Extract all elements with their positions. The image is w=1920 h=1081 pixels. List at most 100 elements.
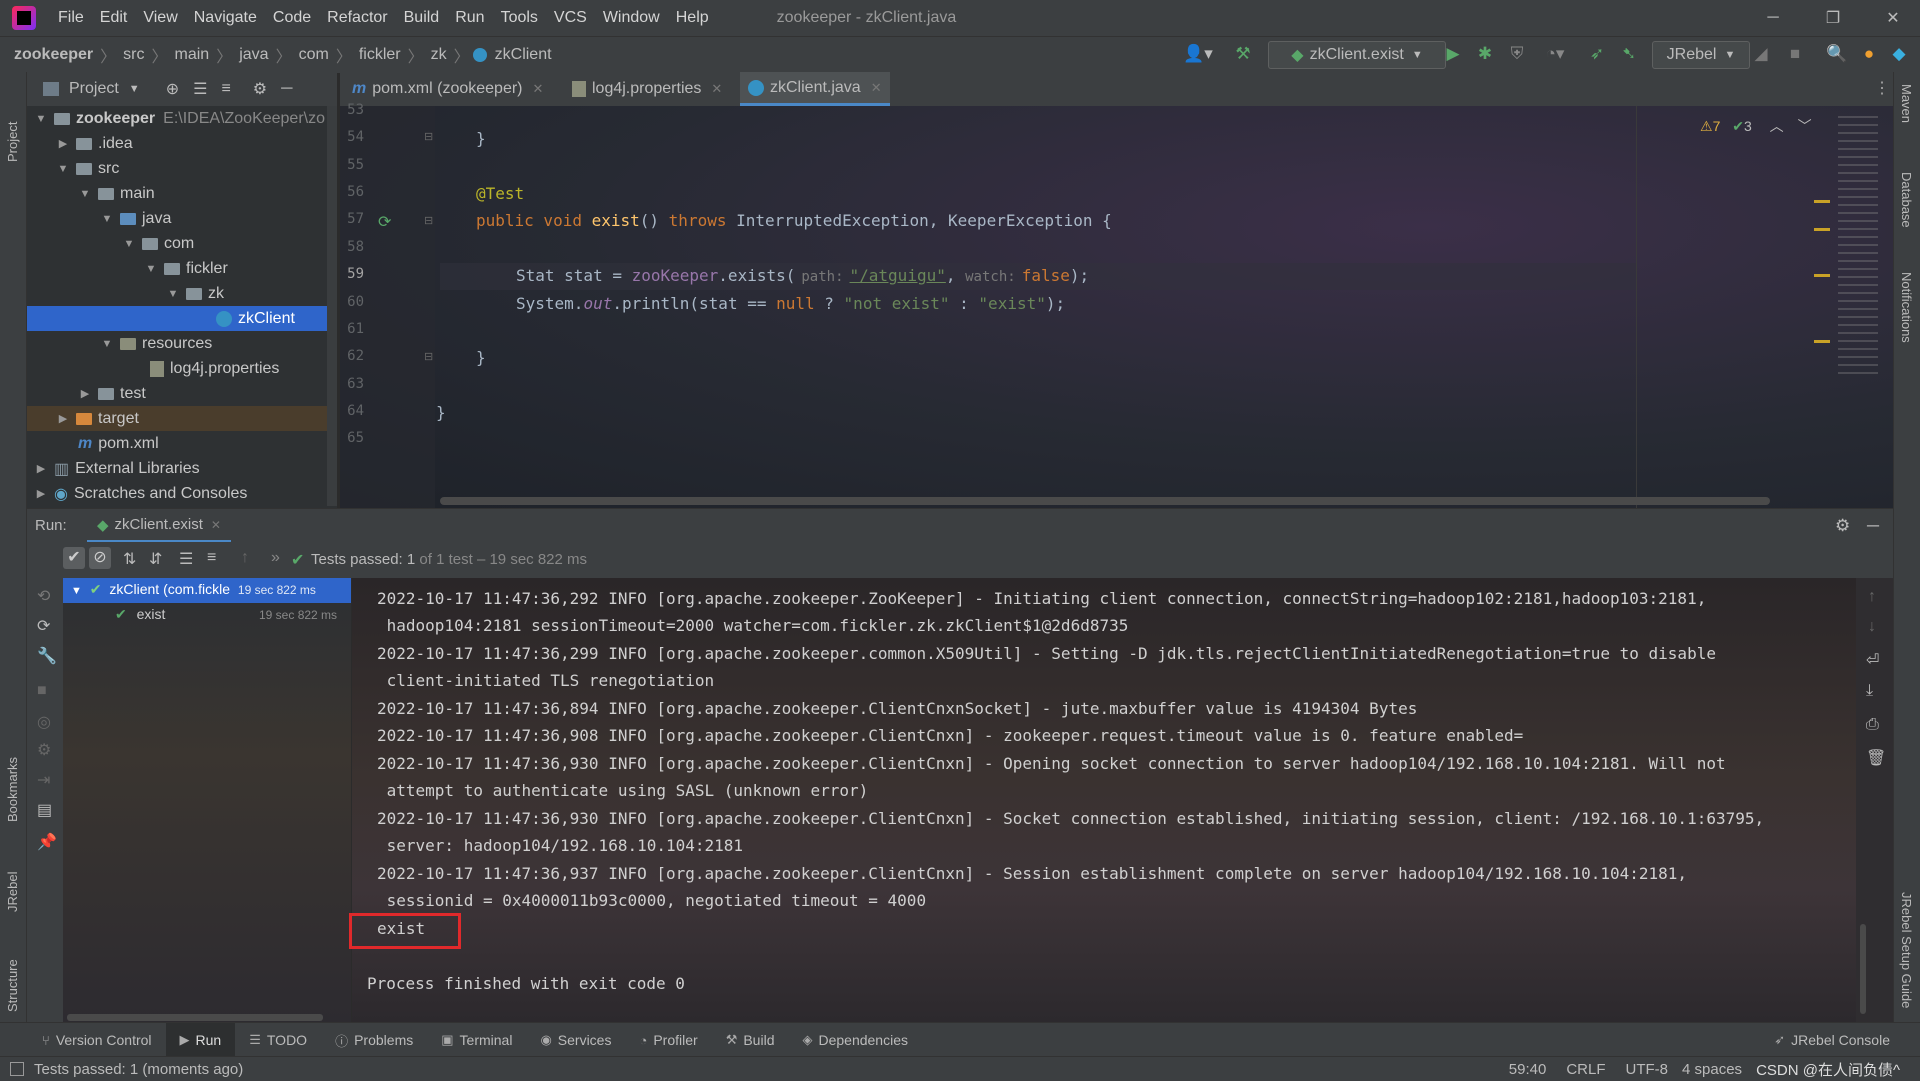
sort-duration-icon[interactable]: ⇵ (149, 549, 162, 569)
layout-icon[interactable]: ▤ (37, 800, 52, 820)
console-scrollbar[interactable] (1860, 924, 1866, 1014)
more-tabs-icon[interactable]: ⋮ (1874, 78, 1890, 98)
project-scrollbar[interactable] (327, 106, 337, 506)
run-test-gutter-icon[interactable]: ⟳ (378, 212, 391, 232)
caret-position[interactable]: 59:40 (1509, 1061, 1547, 1078)
warning-stripe-mark[interactable] (1814, 274, 1830, 277)
warning-stripe-mark[interactable] (1814, 200, 1830, 203)
run-icon[interactable]: ▶ (1440, 41, 1466, 67)
fold-icon[interactable]: ⊟ (424, 214, 433, 227)
previous-failed-icon[interactable]: ↑ (241, 549, 249, 567)
tool-tab-run[interactable]: ▶ Run (165, 1023, 236, 1057)
notifications-tool-tab[interactable]: Notifications (1899, 272, 1914, 343)
toolbox-icon[interactable]: ◆ (1886, 41, 1912, 67)
line-separator[interactable]: CRLF (1566, 1061, 1605, 1078)
wrench-icon[interactable]: 🔧 (37, 646, 57, 666)
show-ignored-toggle[interactable]: ⊘ (89, 547, 111, 569)
trash-icon[interactable]: 🗑 (1866, 748, 1886, 768)
settings-icon[interactable]: ⚙ (37, 740, 51, 760)
tree-item-pom[interactable]: m pom.xml (78, 431, 159, 456)
tree-item-test[interactable]: ▶ test (78, 381, 146, 406)
menu-run[interactable]: Run (447, 9, 492, 27)
warning-stripe-mark[interactable] (1814, 340, 1830, 343)
test-suite-row[interactable]: ▼ ✔ zkClient (com.fickle 19 sec 822 ms (71, 581, 316, 598)
tool-tab-todo[interactable]: ☰ TODO (235, 1023, 321, 1057)
fold-icon[interactable]: ⊟ (424, 130, 433, 143)
jrebel-debug-icon[interactable]: ➷ (1616, 41, 1642, 67)
soft-wrap-icon[interactable]: ⏎ (1866, 650, 1879, 670)
tree-item-target[interactable]: ▶ target (56, 406, 139, 431)
collapse-all-icon[interactable]: ≡ (221, 80, 230, 98)
tab-zkclient[interactable]: zkClient.java ✕ (740, 72, 890, 106)
bookmarks-tool-tab[interactable]: Bookmarks (5, 732, 20, 822)
show-passed-toggle[interactable]: ✔ (63, 547, 85, 569)
database-tool-tab[interactable]: Database (1899, 172, 1914, 228)
scroll-to-end-icon[interactable]: ⤓ (1866, 682, 1873, 700)
tree-item-fickler[interactable]: ▼ fickler (144, 256, 228, 281)
tool-tab-build[interactable]: ⚒ Build (712, 1023, 789, 1057)
chevron-down-icon[interactable]: ﹀ (1798, 118, 1812, 134)
close-tab-icon[interactable]: ✕ (211, 518, 221, 532)
chevron-up-icon[interactable]: ︿ (1770, 118, 1784, 134)
tree-item-resources[interactable]: ▼ resources (100, 331, 213, 356)
restore-icon[interactable]: ❐ (1805, 0, 1861, 36)
close-tab-icon[interactable]: ✕ (871, 80, 882, 96)
fold-icon[interactable]: ⊟ (424, 350, 433, 363)
print-icon[interactable]: ⎙ (1866, 716, 1879, 734)
search-icon[interactable]: 🔍 (1824, 41, 1850, 67)
rerun-failed-icon[interactable]: ⟲ (37, 586, 50, 606)
debug-icon[interactable]: ✱ (1472, 41, 1498, 67)
pin-icon[interactable]: 📌 (37, 832, 57, 852)
user-icon[interactable]: 👤▾ (1180, 41, 1216, 67)
breadcrumb-zkclient[interactable]: zkClient (491, 46, 556, 64)
menu-edit[interactable]: Edit (92, 9, 136, 27)
warning-stripe-mark[interactable] (1814, 228, 1830, 231)
tree-item-java[interactable]: ▼ java (100, 206, 172, 231)
maven-tool-tab[interactable]: Maven (1899, 84, 1914, 123)
camera-icon[interactable]: ◎ (37, 712, 51, 732)
menu-view[interactable]: View (135, 9, 185, 27)
exit-icon[interactable]: ⇥ (37, 770, 50, 790)
close-icon[interactable]: ✕ (1865, 0, 1920, 36)
jrebel-select[interactable]: JRebel ▼ (1652, 41, 1750, 69)
chevron-down-icon[interactable]: ▼ (129, 83, 140, 95)
breadcrumb-main[interactable]: main (171, 46, 214, 64)
close-tab-icon[interactable]: ✕ (711, 81, 722, 97)
breadcrumb-src[interactable]: src (119, 46, 148, 64)
profile-icon[interactable]: ◔▾ (1536, 41, 1574, 67)
more-icon[interactable]: » (271, 549, 280, 567)
stop-icon[interactable]: ■ (37, 682, 47, 700)
menu-navigate[interactable]: Navigate (186, 9, 265, 27)
breadcrumb-java[interactable]: java (235, 46, 272, 64)
structure-tool-tab[interactable]: Structure (5, 932, 20, 1012)
stop-icon[interactable]: ■ (1782, 41, 1808, 67)
menu-help[interactable]: Help (668, 9, 717, 27)
arrow-up-icon[interactable]: ↑ (1868, 588, 1876, 606)
tree-item-zookeeper[interactable]: ▼ zookeeper E:\IDEA\ZooKeeper\zo (34, 106, 325, 131)
jrebel-tool-tab[interactable]: JRebel (5, 842, 20, 912)
menu-tools[interactable]: Tools (493, 9, 546, 27)
tree-item-external-libraries[interactable]: ▶ ▥ External Libraries (34, 456, 200, 481)
tree-item-com[interactable]: ▼ com (122, 231, 195, 256)
status-message[interactable]: Tests passed: 1 (moments ago) (34, 1061, 243, 1078)
editor-horizontal-scrollbar[interactable] (440, 497, 1770, 505)
tree-item-idea[interactable]: ▶ .idea (56, 131, 133, 156)
tool-tab-jrebel-console[interactable]: ➶ JRebel Console (1760, 1023, 1904, 1057)
expand-all-icon[interactable]: ☰ (193, 79, 207, 99)
inspection-widget[interactable]: ⚠7 ✔3 ︿ ﹀ (1700, 116, 1812, 136)
run-config-select[interactable]: ◆ zkClient.exist ▼ (1268, 41, 1446, 69)
breadcrumb-project[interactable]: zookeeper (10, 46, 97, 64)
vcs-icon[interactable]: ◢ (1748, 41, 1774, 67)
menu-vcs[interactable]: VCS (546, 9, 595, 27)
tool-tab-profiler[interactable]: ◔ Profiler (625, 1023, 711, 1057)
menu-refactor[interactable]: Refactor (319, 9, 395, 27)
tool-tab-version-control[interactable]: ⑂ Version Control (28, 1023, 166, 1057)
minimize-icon[interactable]: ─ (1745, 0, 1801, 36)
tree-horizontal-scrollbar[interactable] (67, 1014, 323, 1021)
tool-tab-problems[interactable]: ⓘ Problems (321, 1023, 427, 1057)
toggle-tool-windows-icon[interactable] (10, 1062, 24, 1076)
breadcrumb-fickler[interactable]: fickler (355, 46, 405, 64)
project-panel-title[interactable]: Project (69, 80, 119, 98)
jrebel-run-icon[interactable]: ➶ (1584, 41, 1610, 67)
run-tab-zkclient-exist[interactable]: ◆ zkClient.exist ✕ (87, 509, 231, 543)
